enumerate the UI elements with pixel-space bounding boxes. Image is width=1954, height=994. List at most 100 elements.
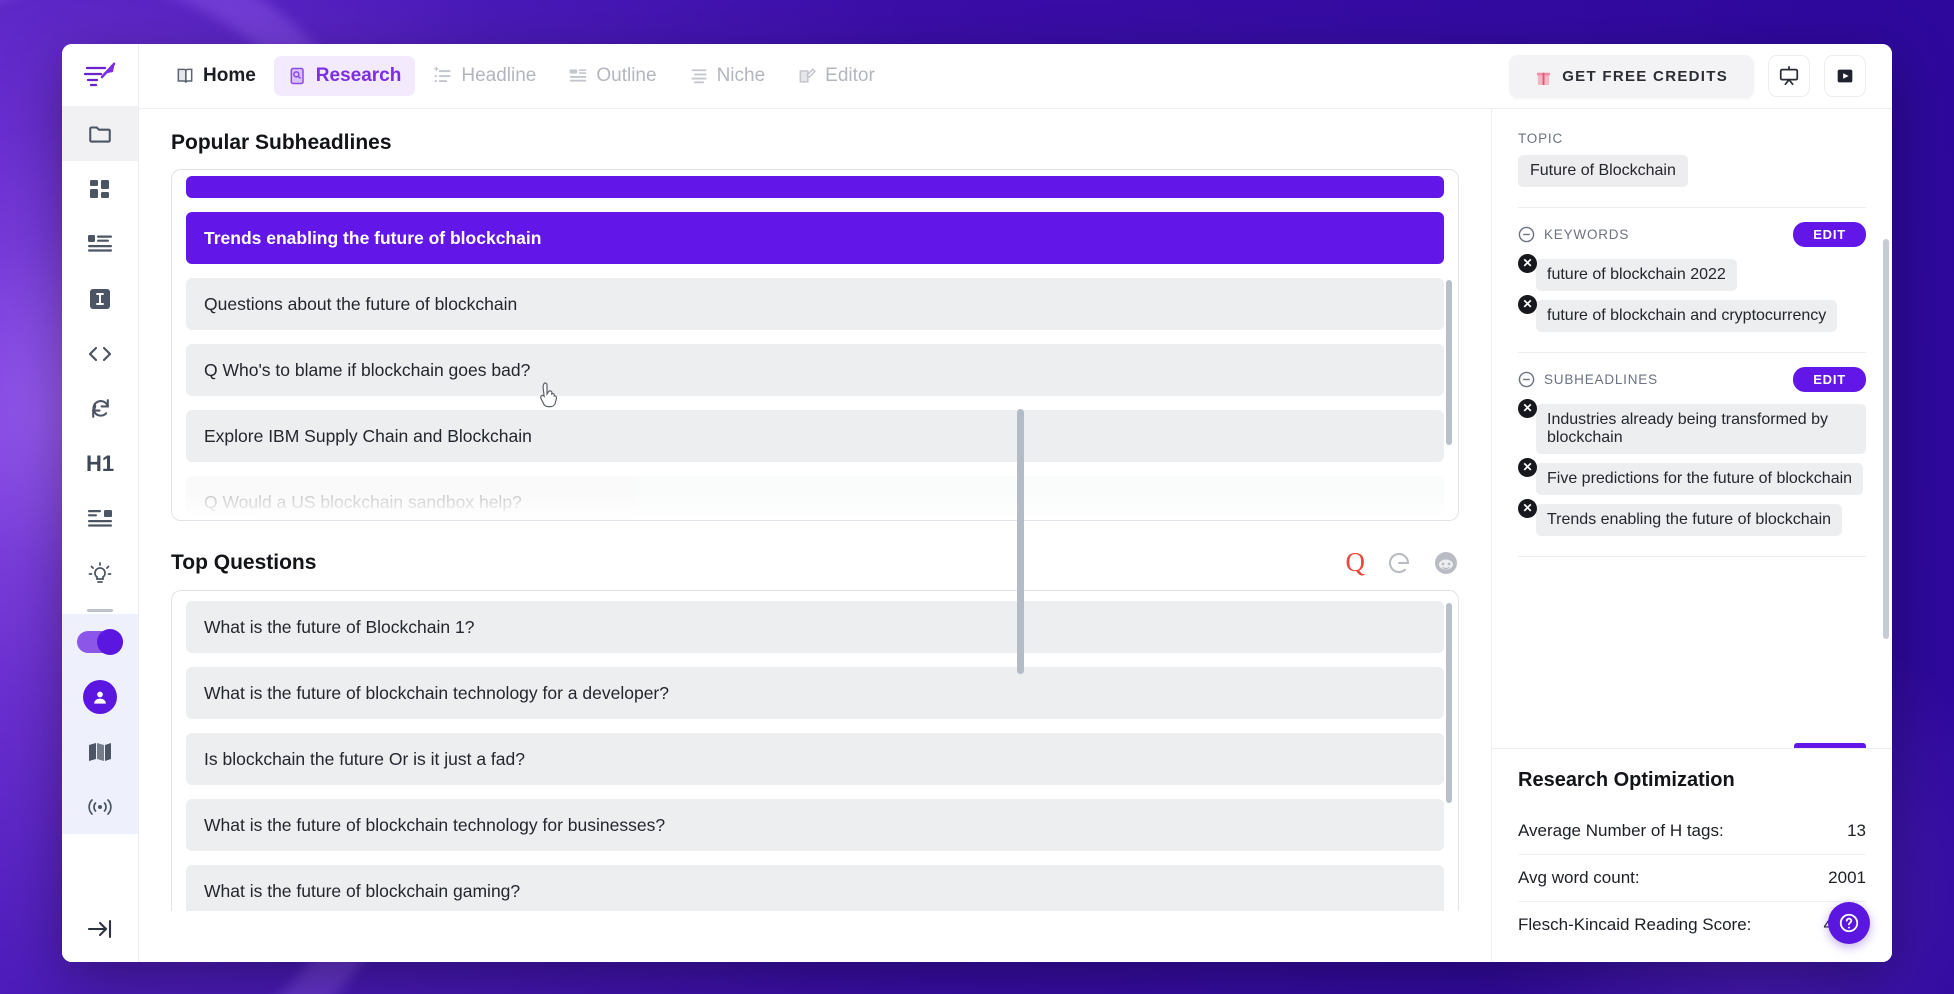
tab-research-label: Research [315, 65, 402, 86]
sidebar-item-ideas[interactable] [62, 546, 138, 601]
stat-label: Average Number of H tags: [1518, 821, 1724, 840]
stat-label: Flesch-Kincaid Reading Score: [1518, 915, 1752, 934]
panel-subheadline-item[interactable]: ✕ Trends enabling the future of blockcha… [1518, 499, 1866, 536]
right-side-panel: TOPIC Future of Blockchain KEYWORDS EDIT [1492, 109, 1892, 962]
stat-row: Flesch-Kincaid Reading Score: 43.81 [1518, 902, 1866, 948]
keywords-edit-button[interactable]: EDIT [1793, 222, 1866, 247]
question-row[interactable]: What is the future of blockchain technol… [186, 667, 1444, 719]
subheadlines-edit-button[interactable]: EDIT [1793, 367, 1866, 392]
tab-research[interactable]: Research [273, 56, 416, 96]
sidebar-item-account[interactable] [62, 669, 138, 724]
panel-subheadlines-label: SUBHEADLINES [1544, 372, 1658, 387]
top-navigation-bar: Home Research Headline Outline Niche Edi… [139, 44, 1892, 109]
reddit-icon[interactable] [1433, 550, 1459, 576]
sidebar-item-dashboard[interactable] [62, 161, 138, 216]
remove-keyword-icon[interactable]: ✕ [1518, 254, 1537, 273]
quora-icon[interactable]: Q [1346, 549, 1366, 576]
subheadline-row[interactable]: Questions about the future of blockchain [186, 278, 1444, 330]
remove-keyword-icon[interactable]: ✕ [1518, 295, 1537, 314]
app-window: H1 Home Research Headline Outline Niche … [62, 44, 1892, 962]
stat-value: 2001 [1828, 868, 1866, 887]
panel-hidden-action-button[interactable] [1794, 743, 1866, 748]
keyword-item[interactable]: ✕ future of blockchain 2022 [1518, 254, 1866, 291]
questions-scrollbar[interactable] [1446, 603, 1452, 803]
sidebar-collapse-button[interactable] [62, 896, 138, 962]
top-questions-list: What is the future of Blockchain 1? What… [171, 590, 1459, 911]
left-sidebar-rail: H1 [62, 44, 139, 962]
topic-value[interactable]: Future of Blockchain [1518, 155, 1688, 187]
get-free-credits-button[interactable]: GET FREE CREDITS [1509, 54, 1754, 98]
video-button[interactable] [1824, 55, 1866, 97]
subheadline-row[interactable]: Q Would a US blockchain sandbox help? [186, 476, 1444, 520]
research-optimization-title: Research Optimization [1518, 769, 1735, 791]
editor-pencil-icon [799, 68, 817, 83]
toggle-switch[interactable] [77, 628, 123, 655]
tab-niche[interactable]: Niche [675, 56, 780, 96]
app-logo[interactable] [62, 44, 138, 106]
question-source-filters: Q [1346, 549, 1460, 576]
panel-subheadline-item[interactable]: ✕ Five predictions for the future of blo… [1518, 458, 1866, 495]
sidebar-item-code[interactable] [62, 326, 138, 381]
keywords-label: KEYWORDS [1544, 227, 1630, 242]
panel-subheadline-label: Industries already being transformed by … [1536, 404, 1866, 454]
folder-icon [89, 125, 111, 143]
paragraph-image-icon [88, 509, 112, 527]
keyword-item[interactable]: ✕ future of blockchain and cryptocurrenc… [1518, 295, 1866, 332]
dashboard-grid-icon [90, 179, 109, 198]
subheadline-row[interactable]: Explore IBM Supply Chain and Blockchain [186, 410, 1444, 462]
subheadline-row-selected[interactable]: Trends enabling the future of blockchain [186, 212, 1444, 264]
right-panel-scrollbar[interactable] [1883, 239, 1889, 639]
top-questions-title: Top Questions [171, 550, 317, 574]
popular-subheadlines-title: Popular Subheadlines [171, 131, 392, 154]
book-icon [177, 68, 193, 83]
panel-divider [1518, 207, 1866, 208]
sidebar-item-layout[interactable] [62, 491, 138, 546]
panel-subheadline-item[interactable]: ✕ Industries already being transformed b… [1518, 399, 1866, 454]
tab-headline[interactable]: Headline [419, 56, 550, 96]
topic-label: TOPIC [1518, 131, 1564, 146]
sidebar-item-headings[interactable]: H1 [62, 436, 138, 491]
sidebar-item-content[interactable] [62, 216, 138, 271]
question-row[interactable]: What is the future of Blockchain 1? [186, 601, 1444, 653]
sidebar-item-projects[interactable] [62, 106, 138, 161]
remove-subheadline-icon[interactable]: ✕ [1518, 399, 1537, 418]
sidebar-item-map[interactable] [62, 724, 138, 779]
niche-lines-icon [691, 69, 707, 84]
tab-outline-label: Outline [596, 65, 657, 86]
topbar-actions: GET FREE CREDITS [1509, 54, 1866, 98]
user-avatar-icon [83, 679, 117, 714]
right-panel-scroll-area: TOPIC Future of Blockchain KEYWORDS EDIT [1492, 109, 1892, 748]
center-page-scrollbar[interactable] [1017, 409, 1024, 674]
stat-row: Average Number of H tags: 13 [1518, 808, 1866, 855]
main-column: Home Research Headline Outline Niche Edi… [139, 44, 1892, 962]
question-row[interactable]: What is the future of blockchain technol… [186, 799, 1444, 851]
tab-editor[interactable]: Editor [783, 56, 889, 96]
play-video-icon [1837, 69, 1853, 83]
center-content: Popular Subheadlines Trends enabling the… [139, 109, 1492, 962]
subheadline-row[interactable] [186, 176, 1444, 198]
research-doc-icon [290, 67, 304, 85]
help-button[interactable] [1828, 902, 1870, 944]
subheadlines-scrollbar[interactable] [1446, 280, 1452, 445]
sidebar-item-refresh[interactable] [62, 381, 138, 436]
tab-home[interactable]: Home [161, 56, 270, 96]
subheadline-row[interactable]: Q Who's to blame if blockchain goes bad? [186, 344, 1444, 396]
sidebar-item-text-tool[interactable] [62, 271, 138, 326]
minus-circle-icon[interactable] [1518, 226, 1535, 243]
remove-subheadline-icon[interactable]: ✕ [1518, 499, 1537, 518]
minus-circle-icon[interactable] [1518, 371, 1535, 388]
remove-subheadline-icon[interactable]: ✕ [1518, 458, 1537, 477]
tab-outline[interactable]: Outline [554, 56, 670, 96]
keyword-label: future of blockchain 2022 [1536, 259, 1737, 291]
presentation-button[interactable] [1768, 55, 1810, 97]
questions-section-header: Top Questions Q [139, 549, 1491, 576]
google-icon[interactable] [1387, 551, 1411, 575]
popular-subheadlines-list: Trends enabling the future of blockchain… [171, 169, 1459, 521]
body-split: Popular Subheadlines Trends enabling the… [139, 109, 1892, 962]
question-row[interactable]: Is blockchain the future Or is it just a… [186, 733, 1444, 785]
map-icon [89, 742, 111, 761]
question-row[interactable]: What is the future of blockchain gaming? [186, 865, 1444, 911]
refresh-cycle-icon [91, 399, 109, 418]
sidebar-item-broadcast[interactable] [62, 779, 138, 834]
mode-toggle[interactable] [62, 614, 138, 669]
